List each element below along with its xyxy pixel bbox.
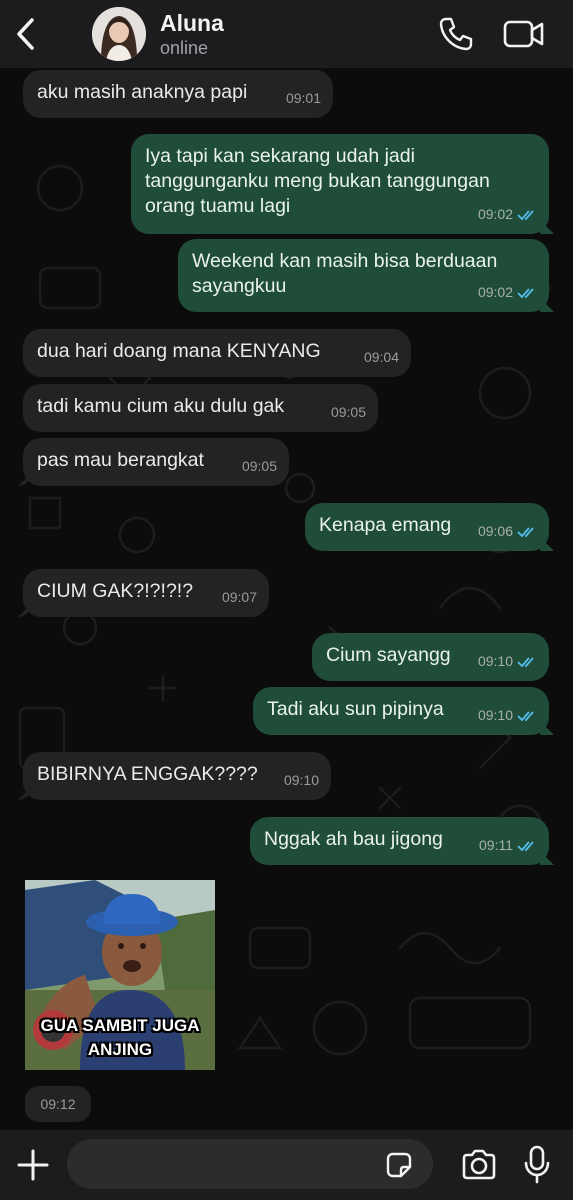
message-text: Nggak ah bau jigong <box>264 828 443 850</box>
message-outgoing[interactable]: Kenapa emang 09:06 <box>305 503 554 551</box>
message-time: 09:10 <box>477 707 513 723</box>
back-button[interactable] <box>10 14 40 54</box>
read-ticks-icon <box>517 287 534 298</box>
read-ticks-icon <box>517 656 534 667</box>
microphone-button[interactable] <box>522 1144 552 1184</box>
message-input[interactable] <box>67 1139 433 1189</box>
message-time: 09:06 <box>477 523 513 539</box>
sticker-time: 09:12 <box>25 1086 91 1122</box>
message-outgoing[interactable]: Weekend kan masih bisa berduaan sayangku… <box>178 239 554 312</box>
message-time: 09:10 <box>477 653 513 669</box>
message-outgoing[interactable]: Nggak ah bau jigong 09:11 <box>250 817 554 865</box>
sticker-icon <box>386 1152 412 1178</box>
message-text: Cium sayangg <box>326 644 451 666</box>
message-composer <box>0 1130 573 1200</box>
message-incoming[interactable]: aku masih anaknya papi 09:01 <box>23 70 333 118</box>
message-time: 09:04 <box>363 349 399 365</box>
message-incoming[interactable]: CIUM GAK?!?!?!? 09:07 <box>18 569 269 617</box>
message-text: pas mau berangkat <box>37 449 204 471</box>
message-outgoing[interactable]: Iya tapi kan sekarang udah jadi tanggung… <box>131 134 554 234</box>
message-time: 09:02 <box>477 206 513 222</box>
message-text: Weekend kan masih bisa berduaan sayangku… <box>192 250 498 297</box>
message-outgoing[interactable]: Tadi aku sun pipinya 09:10 <box>253 687 554 735</box>
phone-icon <box>439 17 473 51</box>
message-text: CIUM GAK?!?!?!? <box>37 580 194 602</box>
message-meta: 09:06 <box>478 519 537 544</box>
microphone-icon <box>524 1145 550 1184</box>
video-call-button[interactable] <box>502 16 546 52</box>
video-camera-icon <box>503 20 544 48</box>
avatar[interactable] <box>92 7 146 61</box>
voice-call-button[interactable] <box>436 14 476 54</box>
message-incoming[interactable]: tadi kamu cium aku dulu gak 09:05 <box>23 384 378 432</box>
message-text: aku masih anaknya papi <box>37 81 248 103</box>
camera-icon <box>462 1149 496 1180</box>
plus-icon <box>17 1149 49 1181</box>
chat-header: Aluna online <box>0 0 573 68</box>
sticker-message[interactable]: GUA SAMBIT JUGA ANJING <box>25 880 215 1070</box>
message-meta: 09:10 <box>478 703 537 728</box>
message-meta: 09:10 <box>478 649 537 674</box>
message-meta: 09:11 <box>479 833 537 858</box>
chat-area[interactable]: aku masih anaknya papi 09:01 Iya tapi ka… <box>0 68 573 1130</box>
message-text: Iya tapi kan sekarang udah jadi tanggung… <box>145 145 490 217</box>
message-incoming[interactable]: BIBIRNYA ENGGAK???? 09:10 <box>18 752 331 800</box>
read-ticks-icon <box>517 710 534 721</box>
message-outgoing[interactable]: Cium sayangg 09:10 <box>312 633 549 681</box>
message-text: BIBIRNYA ENGGAK???? <box>37 763 258 785</box>
camera-button[interactable] <box>460 1146 498 1184</box>
read-ticks-icon <box>517 526 534 537</box>
read-ticks-icon <box>517 209 534 220</box>
avatar-photo <box>92 7 146 61</box>
chevron-left-icon <box>17 18 34 50</box>
message-time: 09:11 <box>479 837 513 853</box>
message-incoming[interactable]: pas mau berangkat 09:05 <box>18 438 289 486</box>
message-time: 09:10 <box>283 772 319 788</box>
attach-button[interactable] <box>14 1146 52 1184</box>
sticker-button[interactable] <box>384 1150 414 1180</box>
message-text: tadi kamu cium aku dulu gak <box>37 395 285 417</box>
message-time: 09:05 <box>330 404 366 420</box>
message-meta: 09:02 <box>478 202 537 227</box>
read-ticks-icon <box>517 840 534 851</box>
contact-status: online <box>160 38 209 58</box>
message-meta: 09:02 <box>478 280 537 305</box>
message-incoming[interactable]: dua hari doang mana KENYANG 09:04 <box>23 329 411 377</box>
sticker-caption: GUA SAMBIT JUGA ANJING <box>40 1016 200 1059</box>
message-text: dua hari doang mana KENYANG <box>37 340 321 362</box>
message-time: 09:07 <box>221 589 257 605</box>
message-time: 09:05 <box>241 458 277 474</box>
contact-name[interactable]: Aluna <box>160 10 224 37</box>
message-time: 09:01 <box>285 90 321 106</box>
message-text: Kenapa emang <box>319 514 452 536</box>
message-time: 09:02 <box>477 284 513 300</box>
message-text: Tadi aku sun pipinya <box>267 698 444 720</box>
